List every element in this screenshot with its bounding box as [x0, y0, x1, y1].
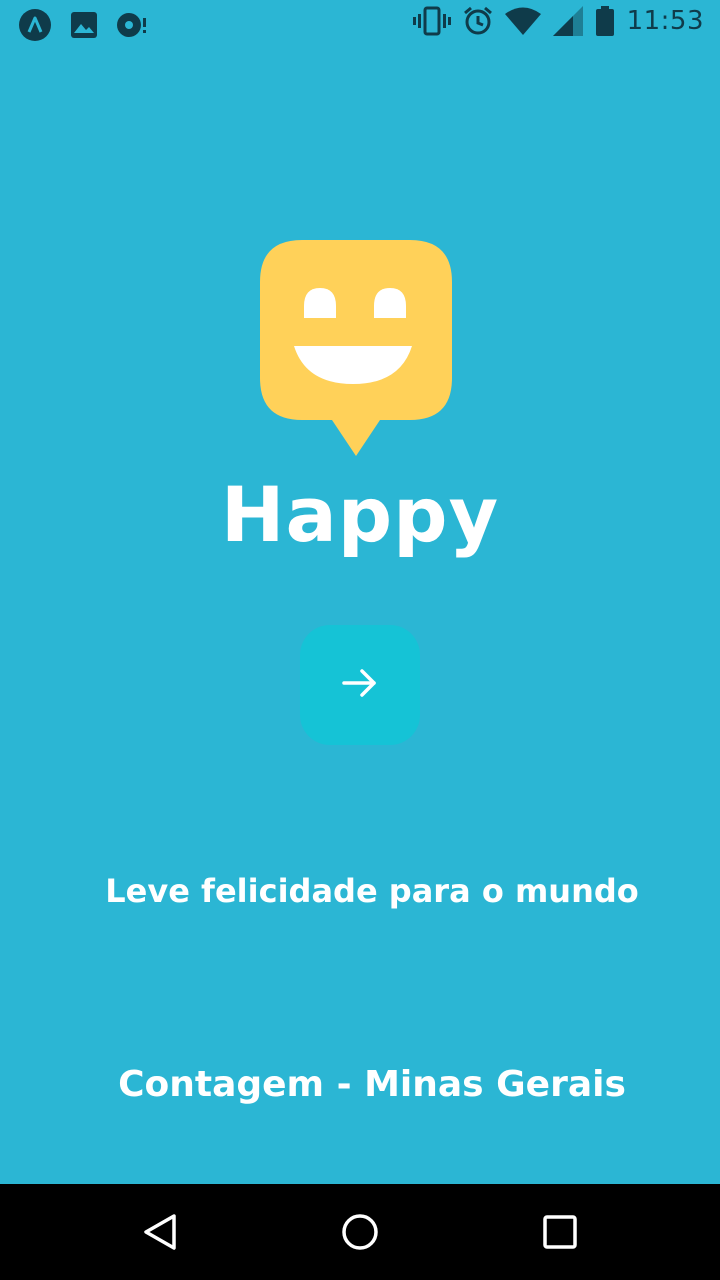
back-triangle-icon: [144, 1214, 176, 1250]
splash-screen: 11:53 Happy Leve felicidade para o mundo…: [0, 0, 720, 1280]
location-label: Contagem - Minas Gerais: [118, 1064, 626, 1105]
home-button[interactable]: [340, 1212, 380, 1252]
recents-button[interactable]: [540, 1212, 580, 1252]
battery-icon: [595, 6, 615, 36]
wifi-icon: [504, 7, 541, 35]
alarm-icon: [463, 6, 493, 36]
arrow-right-icon: [340, 663, 380, 707]
tagline: Leve felicidade para o mundo: [105, 872, 639, 910]
navigation-bar: [0, 1184, 720, 1280]
app-title: Happy: [220, 470, 500, 559]
image-icon: [70, 11, 98, 39]
signal-icon: [552, 6, 583, 36]
next-button[interactable]: [300, 625, 420, 745]
status-left-icons: [18, 8, 148, 42]
app-a-icon: [18, 8, 52, 42]
happy-logo-icon: [258, 238, 454, 458]
media-icon: [116, 10, 148, 40]
status-bar: 11:53: [0, 0, 720, 48]
home-circle-icon: [342, 1214, 378, 1250]
vibrate-icon: [412, 6, 451, 36]
status-time: 11:53: [626, 6, 704, 36]
recents-square-icon: [543, 1215, 577, 1249]
status-right-icons: 11:53: [412, 6, 704, 36]
back-button[interactable]: [140, 1212, 180, 1252]
